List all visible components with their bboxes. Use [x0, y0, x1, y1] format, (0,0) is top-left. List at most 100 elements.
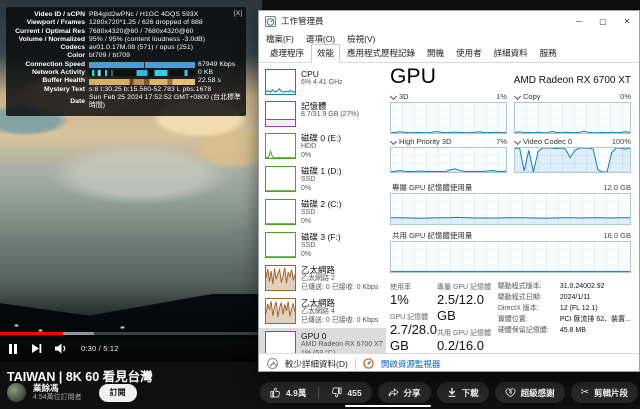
shared-memory-label: 共用 GPU 記憶體 [437, 329, 498, 338]
share-icon [388, 388, 399, 398]
stats-value: PB4gId2wPNc / H1GC 4DQS 593X [89, 11, 198, 19]
stats-value: 95% / 95% (content loudness -3.0dB) [89, 36, 205, 44]
driver-label: DirectX 版本: [498, 303, 560, 314]
task-manager-window: 工作管理員 ─ ▢ ✕ 檔案(F) 選項(O) 檢視(V) 處理程序 效能 應用… [258, 10, 640, 372]
gpu-stats-col1: 使用率 1% GPU 記憶體 2.7/28.0 GB [390, 281, 437, 353]
stats-value: Sun Feb 25 2024 17:52:52 GMT+0800 (台北標準時… [89, 94, 241, 111]
share-button[interactable]: 分享 [378, 382, 431, 403]
driver-label: 實體位置: [498, 314, 560, 325]
dislike-count[interactable]: 455 [347, 388, 361, 398]
video-player[interactable]: [X] Video ID / sCPN PB4gId2wPNc / H1GC 4… [0, 0, 262, 362]
item-sub: 乙太網路 2 [301, 275, 378, 284]
close-icon[interactable]: [X] [234, 10, 242, 18]
open-resource-monitor-link[interactable]: 開啟資源監視器 [381, 358, 441, 370]
driver-label: 驅動程式版本: [498, 281, 560, 292]
item-title: 磁碟 0 (E:) [301, 133, 341, 143]
sidebar-item-disk3[interactable]: 磁碟 3 (F:) SSD 0% [259, 229, 386, 262]
tab-performance[interactable]: 效能 [311, 44, 340, 63]
gpu-stats: 使用率 1% GPU 記憶體 2.7/28.0 GB 專屬 GPU 記憶體 2.… [390, 281, 631, 353]
item-title: 磁碟 2 (C:) [301, 199, 342, 209]
cpu-mini-chart [265, 69, 296, 95]
stats-row-network-activity: Network Activity 0 KB [10, 69, 241, 77]
tab-services[interactable]: 服務 [535, 45, 562, 62]
chevron-down-icon[interactable] [390, 138, 397, 145]
tab-details[interactable]: 詳細資料 [489, 45, 533, 62]
stats-value: 7680x4320@60 / 7680x4320@60 [89, 28, 194, 36]
channel-avatar[interactable] [7, 383, 26, 402]
chart-label: Video Codec 0 [523, 137, 572, 146]
tab-users[interactable]: 使用者 [451, 45, 487, 62]
chart-value: 100% [612, 137, 631, 146]
disk3-mini-chart [265, 232, 296, 258]
stats-value: 67949 Kbps [198, 61, 235, 69]
chart-label: 共用 GPU 記憶體使用量 [392, 230, 472, 241]
stats-row: Volume / Normalized 95% / 95% (content l… [10, 36, 241, 44]
tab-processes[interactable]: 處理程序 [265, 45, 309, 62]
sidebar-item-disk0[interactable]: 磁碟 0 (E:) HDD 0% [259, 130, 386, 163]
minimize-button[interactable]: ─ [567, 11, 591, 31]
stats-row-connection-speed: Connection Speed 67949 Kbps [10, 61, 241, 69]
item-sub2: 0% [301, 152, 341, 161]
thumbs-down-icon[interactable] [331, 387, 342, 398]
chevron-down-icon[interactable] [514, 93, 521, 100]
stats-label: Connection Speed [10, 61, 89, 69]
like-count[interactable]: 4.9萬 [286, 387, 306, 399]
item-title: 乙太網路 [301, 298, 378, 308]
titlebar[interactable]: 工作管理員 ─ ▢ ✕ [259, 11, 639, 31]
sidebar-item-text: 磁碟 1 (D:) SSD 0% [301, 166, 342, 193]
chevron-down-icon[interactable] [514, 138, 521, 145]
tab-app-history[interactable]: 應用程式歷程記錄 [342, 45, 420, 62]
sidebar-item-text: 磁碟 3 (F:) SSD 0% [301, 232, 341, 259]
pause-button[interactable] [8, 343, 18, 355]
volume-icon[interactable] [55, 343, 68, 354]
disk2-mini-chart [265, 199, 296, 225]
item-title: GPU 0 [301, 331, 383, 341]
sidebar-item-disk2[interactable]: 磁碟 2 (C:) SSD 0% [259, 196, 386, 229]
gpu-driver-info: 驅動程式版本: 31.0.24002.92 驅動程式日期: 2024/1/11 … [498, 281, 631, 353]
maximize-button[interactable]: ▢ [591, 11, 615, 31]
item-sub2: 1% (53 °C) [301, 350, 383, 354]
chart-head-copy: Copy 0% [514, 91, 631, 102]
gpu-chart-row-2: High Priority 3D 7% Video Codec 0 100% [390, 134, 631, 173]
sidebar-item-text: GPU 0 AMD Radeon RX 6700 XT 1% (53 °C) [301, 331, 383, 353]
sidebar-item-ethernet2[interactable]: 乙太網路 乙太網路 2 已傳送: 0 已接收: 0 Kbps [259, 262, 386, 295]
gpu-memory-value: 2.7/28.0 GB [390, 322, 437, 353]
chart-head-hp3d: High Priority 3D 7% [390, 136, 507, 147]
tab-bar: 處理程序 效能 應用程式歷程記錄 開機 使用者 詳細資料 服務 [259, 46, 639, 63]
sidebar-item-gpu0[interactable]: GPU 0 AMD Radeon RX 6700 XT 1% (53 °C) [259, 328, 386, 353]
menu-view[interactable]: 檢視(V) [347, 33, 375, 45]
sidebar-item-disk1[interactable]: 磁碟 1 (D:) SSD 0% [259, 163, 386, 196]
channel-name[interactable]: 業餘馮 [33, 383, 82, 393]
utilization-label: 使用率 [390, 283, 437, 292]
item-sub: SSD [301, 176, 342, 185]
item-sub2: 0% [301, 185, 342, 194]
chevron-down-icon[interactable] [390, 93, 397, 100]
time-display: 0:30 / 5:12 [81, 344, 119, 353]
gpu-3d-chart [390, 102, 507, 134]
disk0-mini-chart [265, 133, 296, 159]
stats-label: Mystery Text [10, 86, 89, 94]
subscribe-button[interactable]: 訂閱 [99, 384, 137, 402]
window-title: 工作管理員 [281, 15, 562, 27]
download-button[interactable]: 下載 [437, 382, 489, 403]
next-button[interactable] [31, 343, 42, 354]
scissors-icon: ✂ [581, 387, 589, 398]
download-label: 下載 [462, 387, 479, 399]
thumbs-up-icon[interactable] [270, 387, 281, 398]
menu-file[interactable]: 檔案(F) [266, 33, 294, 45]
footer-divider [355, 358, 356, 370]
sidebar-item-memory[interactable]: 記憶體 8.7/31.9 GB (27%) [259, 98, 386, 130]
close-button[interactable]: ✕ [615, 11, 639, 31]
channel-meta: 業餘馮 4.54萬位訂閱者 [33, 383, 82, 402]
tab-startup[interactable]: 開機 [422, 45, 449, 62]
fewer-details-button[interactable]: 較少詳細資料(D) [285, 358, 348, 370]
super-thanks-button[interactable]: $ 超級感謝 [495, 382, 565, 403]
driver-value: 2024/1/11 [560, 292, 591, 303]
sidebar-item-cpu[interactable]: CPU 6% 4.41 GHz [259, 66, 386, 98]
gpu-panel: GPU AMD Radeon RX 6700 XT 3D 1% [386, 63, 639, 353]
stats-label: Color [10, 52, 89, 60]
menu-options[interactable]: 選項(O) [306, 33, 335, 45]
clip-button[interactable]: ✂ 剪輯片段 [571, 382, 638, 403]
player-controls: 0:30 / 5:12 [0, 335, 262, 362]
sidebar-item-ethernet4[interactable]: 乙太網路 乙太網路 4 已傳送: 0 已接收: 0 Kbps [259, 295, 386, 328]
